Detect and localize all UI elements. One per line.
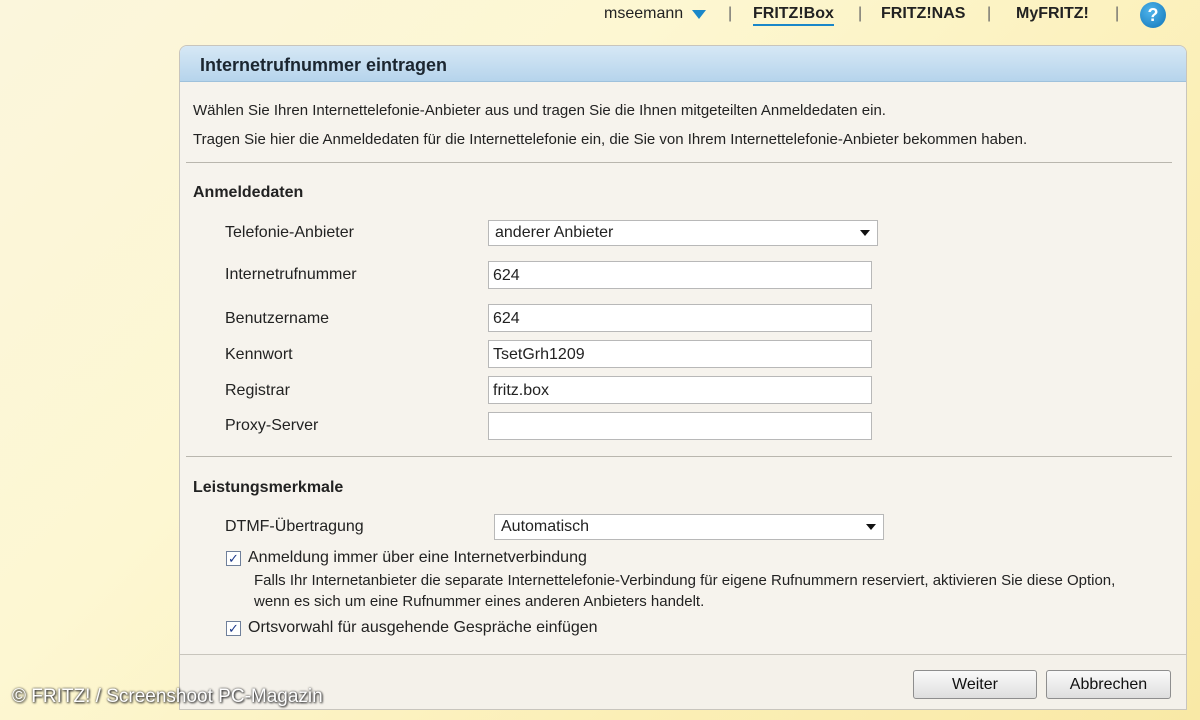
always-internet-label[interactable]: Anmeldung immer über eine Internetverbin… — [248, 549, 587, 567]
chevron-down-icon — [860, 230, 870, 236]
always-internet-checkbox[interactable]: ✓ — [226, 551, 241, 566]
provider-select-value: anderer Anbieter — [495, 224, 614, 241]
internet-number-label: Internetrufnummer — [225, 266, 357, 283]
password-label: Kennwort — [225, 346, 293, 363]
cancel-button[interactable]: Abbrechen — [1046, 670, 1171, 699]
always-internet-description: Falls Ihr Internetanbieter die separate … — [254, 572, 1116, 610]
nav-separator: | — [728, 5, 733, 22]
dtmf-select-value: Automatisch — [501, 518, 590, 535]
intro-text-1: Wählen Sie Ihren Internettelefonie-Anbie… — [193, 102, 886, 119]
button-bar: Weiter Abbrechen — [180, 654, 1186, 709]
username-label: Benutzername — [225, 310, 330, 327]
proxy-server-label: Proxy-Server — [225, 417, 319, 434]
top-navigation: mseemann | FRITZ!Box | FRITZ!NAS | MyFRI… — [0, 0, 1200, 30]
nav-separator: | — [1115, 5, 1120, 22]
intro-text-2: Tragen Sie hier die Anmeldedaten für die… — [193, 131, 1028, 148]
divider — [186, 162, 1172, 163]
nav-separator: | — [858, 5, 863, 22]
divider — [186, 456, 1172, 457]
chevron-down-icon — [866, 524, 876, 530]
nav-link-fritzbox[interactable]: FRITZ!Box — [753, 5, 834, 26]
password-field[interactable]: TsetGrh1209 — [488, 340, 872, 368]
dtmf-select[interactable]: Automatisch — [494, 514, 884, 540]
panel-header: Internetrufnummer eintragen — [180, 46, 1186, 82]
page-title: Internetrufnummer eintragen — [200, 55, 448, 75]
proxy-server-field[interactable] — [488, 412, 872, 440]
watermark: © FRITZ! / Screenshoot PC-Magazin — [12, 686, 323, 707]
nav-separator: | — [987, 5, 992, 22]
area-code-checkbox[interactable]: ✓ — [226, 621, 241, 636]
nav-link-fritznas[interactable]: FRITZ!NAS — [881, 5, 965, 23]
registrar-field[interactable]: fritz.box — [488, 376, 872, 404]
next-button[interactable]: Weiter — [913, 670, 1037, 699]
area-code-label[interactable]: Ortsvorwahl für ausgehende Gespräche ein… — [248, 619, 598, 637]
dtmf-label: DTMF-Übertragung — [225, 518, 364, 535]
user-menu[interactable]: mseemann — [604, 5, 683, 23]
nav-link-myfritz[interactable]: MyFRITZ! — [1016, 5, 1089, 23]
section-title-login: Anmeldedaten — [193, 184, 304, 201]
username-field[interactable]: 624 — [488, 304, 872, 332]
chevron-down-icon[interactable] — [692, 10, 706, 19]
main-panel: Internetrufnummer eintragen Wählen Sie I… — [179, 45, 1187, 710]
internet-number-field[interactable]: 624 — [488, 261, 872, 289]
provider-label: Telefonie-Anbieter — [225, 224, 354, 241]
section-title-features: Leistungsmerkmale — [193, 479, 344, 496]
registrar-label: Registrar — [225, 382, 290, 399]
help-icon[interactable]: ? — [1140, 2, 1166, 28]
provider-select[interactable]: anderer Anbieter — [488, 220, 878, 246]
